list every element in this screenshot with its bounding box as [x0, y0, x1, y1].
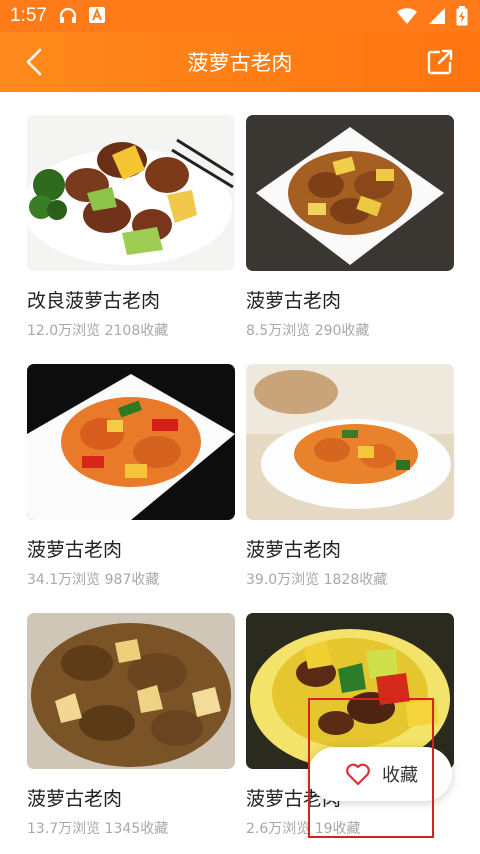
battery-icon	[456, 6, 468, 26]
recipe-stats: 2.6万浏览 19收藏	[246, 821, 361, 837]
recipe-photo	[27, 115, 235, 271]
recipe-photo	[246, 364, 454, 520]
recipe-card[interactable]: 菠萝古老肉 39.0万浏览 1828收藏	[246, 364, 454, 589]
recipe-name: 菠萝古老肉	[27, 788, 123, 810]
status-bar: 1:57	[0, 0, 480, 32]
recipe-stats: 34.1万浏览 987收藏	[27, 572, 160, 588]
recipe-stats: 13.7万浏览 1345收藏	[27, 821, 169, 837]
favorite-label: 收藏	[382, 765, 418, 786]
status-time: 1:57	[10, 5, 47, 26]
recipe-card[interactable]: 菠萝古老肉 8.5万浏览 290收藏	[246, 115, 454, 340]
recipe-name: 菠萝古老肉	[27, 539, 123, 561]
headset-icon	[59, 7, 77, 23]
recipe-photo	[246, 115, 454, 271]
recipe-name: 菠萝古老肉	[246, 290, 342, 312]
recipe-stats: 39.0万浏览 1828收藏	[246, 572, 388, 588]
recipe-stats: 8.5万浏览 290收藏	[246, 323, 370, 339]
recipe-photo	[27, 613, 235, 769]
recipe-name: 改良菠萝古老肉	[27, 290, 161, 312]
recipe-card[interactable]: 菠萝古老肉 2.6万浏览 19收藏	[246, 613, 454, 838]
recipe-name: 菠萝古老肉	[246, 539, 342, 561]
share-icon[interactable]	[426, 48, 454, 76]
signal-icon	[429, 8, 445, 24]
recipe-stats: 12.0万浏览 2108收藏	[27, 323, 169, 339]
app-notification-icon	[89, 7, 105, 23]
favorite-button[interactable]: 收藏	[308, 747, 452, 801]
recipe-photo	[27, 364, 235, 520]
heart-icon	[346, 763, 370, 786]
recipe-card[interactable]: 菠萝古老肉 34.1万浏览 987收藏	[27, 364, 235, 589]
title-bar: 菠萝古老肉	[0, 32, 480, 92]
recipe-photo	[246, 613, 454, 769]
recipe-card[interactable]: 菠萝古老肉 13.7万浏览 1345收藏	[27, 613, 235, 838]
wifi-icon	[397, 8, 417, 24]
page-title: 菠萝古老肉	[187, 51, 293, 75]
recipe-card[interactable]: 改良菠萝古老肉 12.0万浏览 2108收藏	[27, 115, 235, 340]
